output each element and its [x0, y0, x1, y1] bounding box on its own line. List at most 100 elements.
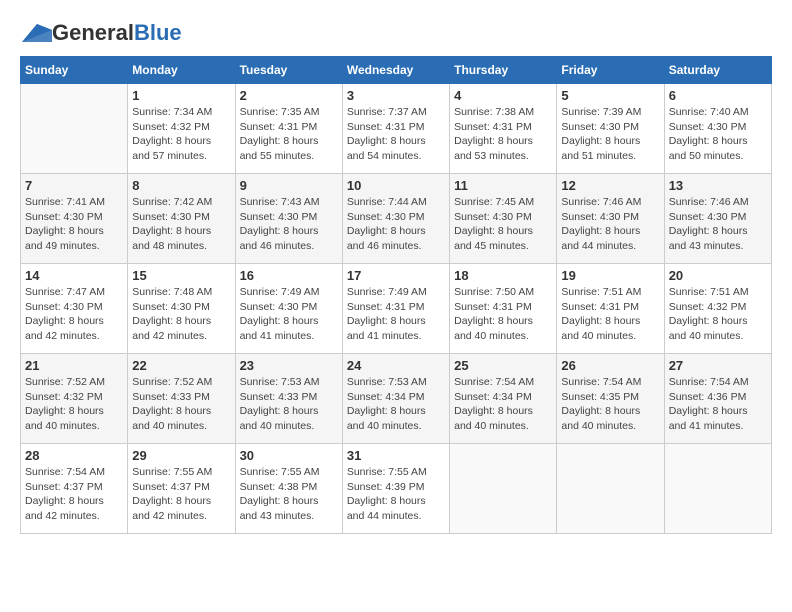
day-number: 16 — [240, 268, 338, 283]
day-info: Sunrise: 7:54 AMSunset: 4:34 PMDaylight:… — [454, 375, 552, 434]
day-number: 26 — [561, 358, 659, 373]
day-info: Sunrise: 7:50 AMSunset: 4:31 PMDaylight:… — [454, 285, 552, 344]
calendar-cell: 18 Sunrise: 7:50 AMSunset: 4:31 PMDayligh… — [450, 264, 557, 354]
day-number: 15 — [132, 268, 230, 283]
day-number: 14 — [25, 268, 123, 283]
calendar-cell: 3 Sunrise: 7:37 AMSunset: 4:31 PMDaylight… — [342, 84, 449, 174]
day-number: 21 — [25, 358, 123, 373]
calendar-cell: 1Sunrise: 7:34 AMSunset: 4:32 PMDaylight… — [128, 84, 235, 174]
calendar-cell: 17 Sunrise: 7:49 AMSunset: 4:31 PMDayligh… — [342, 264, 449, 354]
day-number: 13 — [669, 178, 767, 193]
day-number: 22 — [132, 358, 230, 373]
calendar-cell — [664, 444, 771, 534]
calendar-cell: 29 Sunrise: 7:55 AMSunset: 4:37 PMDayligh… — [128, 444, 235, 534]
logo: GeneralBlue — [20, 20, 182, 46]
day-info: Sunrise: 7:43 AMSunset: 4:30 PMDaylight:… — [240, 195, 338, 254]
calendar-cell: 16 Sunrise: 7:49 AMSunset: 4:30 PMDayligh… — [235, 264, 342, 354]
day-number: 20 — [669, 268, 767, 283]
day-number: 9 — [240, 178, 338, 193]
header-row: SundayMondayTuesdayWednesdayThursdayFrid… — [21, 57, 772, 84]
calendar-cell: 10 Sunrise: 7:44 AMSunset: 4:30 PMDayligh… — [342, 174, 449, 264]
week-row-1: 7Sunrise: 7:41 AMSunset: 4:30 PMDaylight… — [21, 174, 772, 264]
calendar-cell — [21, 84, 128, 174]
calendar-cell: 25Sunrise: 7:54 AMSunset: 4:34 PMDayligh… — [450, 354, 557, 444]
day-number: 30 — [240, 448, 338, 463]
day-number: 18 — [454, 268, 552, 283]
day-number: 24 — [347, 358, 445, 373]
day-info: Sunrise: 7:34 AMSunset: 4:32 PMDaylight:… — [132, 105, 230, 164]
day-number: 29 — [132, 448, 230, 463]
day-number: 19 — [561, 268, 659, 283]
day-number: 23 — [240, 358, 338, 373]
calendar-cell: 9 Sunrise: 7:43 AMSunset: 4:30 PMDaylight… — [235, 174, 342, 264]
day-info: Sunrise: 7:54 AMSunset: 4:37 PMDaylight:… — [25, 465, 123, 524]
week-row-2: 14 Sunrise: 7:47 AMSunset: 4:30 PMDayligh… — [21, 264, 772, 354]
day-number: 2 — [240, 88, 338, 103]
day-info: Sunrise: 7:35 AMSunset: 4:31 PMDaylight:… — [240, 105, 338, 164]
day-info: Sunrise: 7:53 AMSunset: 4:34 PMDaylight:… — [347, 375, 445, 434]
calendar-cell: 19 Sunrise: 7:51 AMSunset: 4:31 PMDayligh… — [557, 264, 664, 354]
calendar-cell: 27 Sunrise: 7:54 AMSunset: 4:36 PMDayligh… — [664, 354, 771, 444]
day-info: Sunrise: 7:46 AMSunset: 4:30 PMDaylight:… — [669, 195, 767, 254]
calendar-cell: 5 Sunrise: 7:39 AMSunset: 4:30 PMDaylight… — [557, 84, 664, 174]
day-info: Sunrise: 7:52 AMSunset: 4:33 PMDaylight:… — [132, 375, 230, 434]
day-info: Sunrise: 7:44 AMSunset: 4:30 PMDaylight:… — [347, 195, 445, 254]
calendar-cell: 28 Sunrise: 7:54 AMSunset: 4:37 PMDayligh… — [21, 444, 128, 534]
calendar-cell: 4 Sunrise: 7:38 AMSunset: 4:31 PMDaylight… — [450, 84, 557, 174]
day-info: Sunrise: 7:51 AMSunset: 4:31 PMDaylight:… — [561, 285, 659, 344]
calendar-cell: 13 Sunrise: 7:46 AMSunset: 4:30 PMDayligh… — [664, 174, 771, 264]
day-info: Sunrise: 7:42 AMSunset: 4:30 PMDaylight:… — [132, 195, 230, 254]
day-number: 8 — [132, 178, 230, 193]
day-number: 10 — [347, 178, 445, 193]
day-number: 12 — [561, 178, 659, 193]
day-info: Sunrise: 7:38 AMSunset: 4:31 PMDaylight:… — [454, 105, 552, 164]
day-info: Sunrise: 7:46 AMSunset: 4:30 PMDaylight:… — [561, 195, 659, 254]
week-row-0: 1Sunrise: 7:34 AMSunset: 4:32 PMDaylight… — [21, 84, 772, 174]
day-info: Sunrise: 7:55 AMSunset: 4:39 PMDaylight:… — [347, 465, 445, 524]
day-number: 4 — [454, 88, 552, 103]
calendar-cell: 30 Sunrise: 7:55 AMSunset: 4:38 PMDayligh… — [235, 444, 342, 534]
day-info: Sunrise: 7:41 AMSunset: 4:30 PMDaylight:… — [25, 195, 123, 254]
calendar-cell: 8 Sunrise: 7:42 AMSunset: 4:30 PMDaylight… — [128, 174, 235, 264]
day-info: Sunrise: 7:55 AMSunset: 4:38 PMDaylight:… — [240, 465, 338, 524]
day-number: 17 — [347, 268, 445, 283]
calendar-cell — [557, 444, 664, 534]
calendar-cell: 14 Sunrise: 7:47 AMSunset: 4:30 PMDayligh… — [21, 264, 128, 354]
calendar-cell — [450, 444, 557, 534]
col-header-sunday: Sunday — [21, 57, 128, 84]
day-number: 6 — [669, 88, 767, 103]
day-info: Sunrise: 7:53 AMSunset: 4:33 PMDaylight:… — [240, 375, 338, 434]
day-info: Sunrise: 7:54 AMSunset: 4:35 PMDaylight:… — [561, 375, 659, 434]
calendar-table: SundayMondayTuesdayWednesdayThursdayFrid… — [20, 56, 772, 534]
col-header-tuesday: Tuesday — [235, 57, 342, 84]
calendar-cell: 22 Sunrise: 7:52 AMSunset: 4:33 PMDayligh… — [128, 354, 235, 444]
calendar-cell: 12 Sunrise: 7:46 AMSunset: 4:30 PMDayligh… — [557, 174, 664, 264]
day-number: 11 — [454, 178, 552, 193]
col-header-wednesday: Wednesday — [342, 57, 449, 84]
day-info: Sunrise: 7:47 AMSunset: 4:30 PMDaylight:… — [25, 285, 123, 344]
day-info: Sunrise: 7:49 AMSunset: 4:30 PMDaylight:… — [240, 285, 338, 344]
day-info: Sunrise: 7:49 AMSunset: 4:31 PMDaylight:… — [347, 285, 445, 344]
calendar-cell: 6Sunrise: 7:40 AMSunset: 4:30 PMDaylight… — [664, 84, 771, 174]
day-info: Sunrise: 7:52 AMSunset: 4:32 PMDaylight:… — [25, 375, 123, 434]
day-info: Sunrise: 7:37 AMSunset: 4:31 PMDaylight:… — [347, 105, 445, 164]
day-info: Sunrise: 7:54 AMSunset: 4:36 PMDaylight:… — [669, 375, 767, 434]
col-header-saturday: Saturday — [664, 57, 771, 84]
day-number: 28 — [25, 448, 123, 463]
col-header-monday: Monday — [128, 57, 235, 84]
day-info: Sunrise: 7:55 AMSunset: 4:37 PMDaylight:… — [132, 465, 230, 524]
day-number: 3 — [347, 88, 445, 103]
calendar-cell: 23 Sunrise: 7:53 AMSunset: 4:33 PMDayligh… — [235, 354, 342, 444]
calendar-cell: 21 Sunrise: 7:52 AMSunset: 4:32 PMDayligh… — [21, 354, 128, 444]
calendar-cell: 15 Sunrise: 7:48 AMSunset: 4:30 PMDayligh… — [128, 264, 235, 354]
calendar-cell: 20 Sunrise: 7:51 AMSunset: 4:32 PMDayligh… — [664, 264, 771, 354]
day-info: Sunrise: 7:48 AMSunset: 4:30 PMDaylight:… — [132, 285, 230, 344]
day-number: 5 — [561, 88, 659, 103]
calendar-cell: 7Sunrise: 7:41 AMSunset: 4:30 PMDaylight… — [21, 174, 128, 264]
week-row-4: 28 Sunrise: 7:54 AMSunset: 4:37 PMDayligh… — [21, 444, 772, 534]
col-header-friday: Friday — [557, 57, 664, 84]
day-info: Sunrise: 7:51 AMSunset: 4:32 PMDaylight:… — [669, 285, 767, 344]
day-number: 27 — [669, 358, 767, 373]
calendar-cell: 31Sunrise: 7:55 AMSunset: 4:39 PMDayligh… — [342, 444, 449, 534]
day-info: Sunrise: 7:39 AMSunset: 4:30 PMDaylight:… — [561, 105, 659, 164]
